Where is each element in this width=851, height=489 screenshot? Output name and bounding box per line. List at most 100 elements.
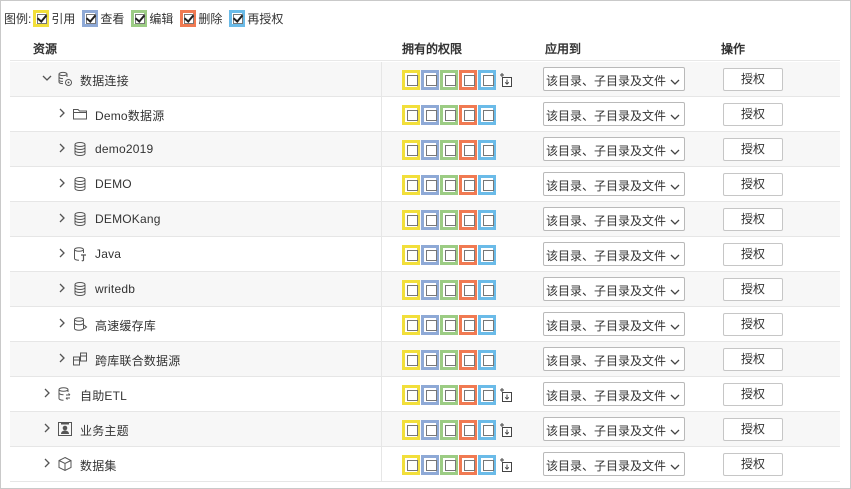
permission-checkbox-reference[interactable] xyxy=(402,420,420,440)
permission-checkbox-view[interactable] xyxy=(421,210,439,230)
inherit-permission-icon[interactable] xyxy=(499,72,512,87)
apply-scope-select[interactable]: 该目录、子目录及文件 xyxy=(543,347,685,371)
permission-checkbox-edit[interactable] xyxy=(440,175,458,195)
permission-checkbox-view[interactable] xyxy=(421,70,439,90)
chevron-right-icon[interactable] xyxy=(57,353,67,363)
apply-scope-select[interactable]: 该目录、子目录及文件 xyxy=(543,102,685,126)
permission-checkbox-regrant[interactable] xyxy=(478,175,496,195)
chevron-right-icon[interactable] xyxy=(42,423,52,433)
permission-checkbox-view[interactable] xyxy=(421,140,439,160)
permission-checkbox-edit[interactable] xyxy=(440,140,458,160)
permission-checkbox-delete[interactable] xyxy=(459,210,477,230)
permission-checkbox-delete[interactable] xyxy=(459,350,477,370)
apply-scope-select[interactable]: 该目录、子目录及文件 xyxy=(543,277,685,301)
permission-checkbox-regrant[interactable] xyxy=(478,315,496,335)
grant-button[interactable]: 授权 xyxy=(723,383,783,406)
apply-scope-select[interactable]: 该目录、子目录及文件 xyxy=(543,382,685,406)
permission-checkbox-regrant[interactable] xyxy=(478,420,496,440)
grant-button[interactable]: 授权 xyxy=(723,138,783,161)
permission-checkbox-reference[interactable] xyxy=(402,245,420,265)
permission-checkbox-edit[interactable] xyxy=(440,420,458,440)
apply-scope-select[interactable]: 该目录、子目录及文件 xyxy=(543,242,685,266)
permission-checkbox-regrant[interactable] xyxy=(478,140,496,160)
permission-checkbox-regrant[interactable] xyxy=(478,350,496,370)
permission-checkbox-regrant[interactable] xyxy=(478,385,496,405)
grant-button[interactable]: 授权 xyxy=(723,278,783,301)
apply-scope-select[interactable]: 该目录、子目录及文件 xyxy=(543,207,685,231)
permission-checkbox-reference[interactable] xyxy=(402,140,420,160)
permission-checkbox-view[interactable] xyxy=(421,175,439,195)
grant-button[interactable]: 授权 xyxy=(723,348,783,371)
permission-checkbox-reference[interactable] xyxy=(402,280,420,300)
grant-button[interactable]: 授权 xyxy=(723,313,783,336)
permission-checkbox-edit[interactable] xyxy=(440,70,458,90)
apply-scope-select[interactable]: 该目录、子目录及文件 xyxy=(543,172,685,196)
permission-checkbox-regrant[interactable] xyxy=(478,245,496,265)
permission-checkbox-regrant[interactable] xyxy=(478,105,496,125)
permission-checkbox-edit[interactable] xyxy=(440,210,458,230)
permission-checkbox-edit[interactable] xyxy=(440,455,458,475)
apply-scope-select[interactable]: 该目录、子目录及文件 xyxy=(543,417,685,441)
permission-checkbox-reference[interactable] xyxy=(402,350,420,370)
permission-checkbox-view[interactable] xyxy=(421,315,439,335)
inherit-permission-icon[interactable] xyxy=(499,387,512,402)
permission-checkbox-reference[interactable] xyxy=(402,105,420,125)
permission-checkbox-view[interactable] xyxy=(421,245,439,265)
inherit-permission-icon[interactable] xyxy=(499,422,512,437)
grant-button[interactable]: 授权 xyxy=(723,418,783,441)
permission-checkbox-delete[interactable] xyxy=(459,420,477,440)
permission-checkbox-delete[interactable] xyxy=(459,70,477,90)
chevron-right-icon[interactable] xyxy=(57,318,67,328)
permission-checkbox-delete[interactable] xyxy=(459,175,477,195)
grant-button[interactable]: 授权 xyxy=(723,103,783,126)
inherit-permission-icon[interactable] xyxy=(499,457,512,472)
permission-checkbox-edit[interactable] xyxy=(440,280,458,300)
grant-button[interactable]: 授权 xyxy=(723,208,783,231)
permission-checkbox-view[interactable] xyxy=(421,420,439,440)
permission-checkbox-delete[interactable] xyxy=(459,105,477,125)
permission-checkbox-view[interactable] xyxy=(421,385,439,405)
grant-button[interactable]: 授权 xyxy=(723,173,783,196)
permission-checkbox-view[interactable] xyxy=(421,455,439,475)
permission-checkbox-edit[interactable] xyxy=(440,105,458,125)
permission-checkbox-view[interactable] xyxy=(421,280,439,300)
chevron-down-icon[interactable] xyxy=(42,73,52,83)
permission-checkbox-regrant[interactable] xyxy=(478,280,496,300)
grant-button[interactable]: 授权 xyxy=(723,68,783,91)
permission-checkbox-reference[interactable] xyxy=(402,385,420,405)
permission-checkbox-delete[interactable] xyxy=(459,385,477,405)
chevron-right-icon[interactable] xyxy=(42,458,52,468)
permission-checkbox-reference[interactable] xyxy=(402,175,420,195)
permission-checkbox-regrant[interactable] xyxy=(478,210,496,230)
grant-button[interactable]: 授权 xyxy=(723,243,783,266)
permission-checkbox-edit[interactable] xyxy=(440,315,458,335)
apply-scope-select[interactable]: 该目录、子目录及文件 xyxy=(543,452,685,476)
permission-checkbox-view[interactable] xyxy=(421,105,439,125)
chevron-right-icon[interactable] xyxy=(57,283,67,293)
chevron-right-icon[interactable] xyxy=(57,213,67,223)
apply-scope-select[interactable]: 该目录、子目录及文件 xyxy=(543,312,685,336)
permission-checkbox-edit[interactable] xyxy=(440,385,458,405)
permission-checkbox-regrant[interactable] xyxy=(478,70,496,90)
permission-checkbox-reference[interactable] xyxy=(402,70,420,90)
grant-button[interactable]: 授权 xyxy=(723,453,783,476)
permission-checkbox-delete[interactable] xyxy=(459,280,477,300)
permission-checkbox-reference[interactable] xyxy=(402,455,420,475)
chevron-right-icon[interactable] xyxy=(57,178,67,188)
chevron-right-icon[interactable] xyxy=(57,143,67,153)
permission-checkbox-delete[interactable] xyxy=(459,245,477,265)
permission-checkbox-view[interactable] xyxy=(421,350,439,370)
chevron-right-icon[interactable] xyxy=(57,108,67,118)
permission-checkbox-edit[interactable] xyxy=(440,245,458,265)
permission-checkbox-reference[interactable] xyxy=(402,315,420,335)
permission-checkbox-delete[interactable] xyxy=(459,140,477,160)
apply-scope-select[interactable]: 该目录、子目录及文件 xyxy=(543,67,685,91)
chevron-right-icon[interactable] xyxy=(42,388,52,398)
permission-checkbox-reference[interactable] xyxy=(402,210,420,230)
permission-checkbox-regrant[interactable] xyxy=(478,455,496,475)
apply-scope-select[interactable]: 该目录、子目录及文件 xyxy=(543,137,685,161)
permission-checkbox-delete[interactable] xyxy=(459,455,477,475)
chevron-right-icon[interactable] xyxy=(57,248,67,258)
permission-checkbox-edit[interactable] xyxy=(440,350,458,370)
permission-checkbox-delete[interactable] xyxy=(459,315,477,335)
